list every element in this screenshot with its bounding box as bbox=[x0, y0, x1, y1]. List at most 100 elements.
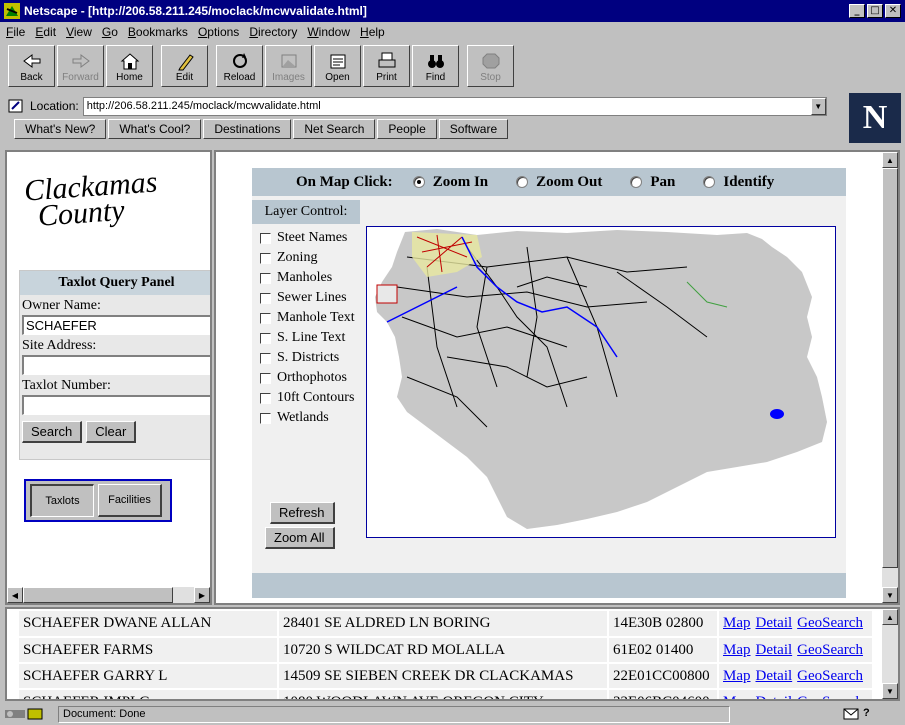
home-button[interactable]: Home bbox=[106, 45, 153, 87]
left-horizontal-scrollbar[interactable]: ◀ ▶ bbox=[7, 587, 210, 603]
facilities-tab[interactable]: Facilities bbox=[98, 484, 162, 517]
radio-icon[interactable] bbox=[516, 176, 529, 188]
scroll-left-icon[interactable]: ◀ bbox=[7, 587, 23, 603]
taxlots-tab[interactable]: Taxlots bbox=[30, 484, 94, 517]
menu-file[interactable]: File bbox=[6, 25, 25, 39]
radio-checked-icon[interactable] bbox=[412, 176, 425, 188]
geosearch-link[interactable]: GeoSearch bbox=[797, 668, 863, 684]
checkbox-icon[interactable] bbox=[260, 332, 271, 344]
search-button[interactable]: Search bbox=[22, 421, 83, 443]
maximize-button[interactable]: □ bbox=[867, 4, 883, 18]
layer-manhole-text[interactable]: Manhole Text bbox=[260, 308, 355, 328]
window-titlebar[interactable]: Netscape - [http://206.58.211.245/moclac… bbox=[0, 0, 905, 22]
scroll-thumb[interactable] bbox=[23, 587, 173, 603]
detail-link[interactable]: Detail bbox=[756, 694, 793, 700]
help-icon[interactable]: ? bbox=[863, 707, 870, 719]
minimize-button[interactable]: _ bbox=[849, 4, 865, 18]
zoom-all-button[interactable]: Zoom All bbox=[265, 527, 335, 549]
scroll-up-icon[interactable]: ▲ bbox=[882, 609, 898, 625]
county-map-image[interactable] bbox=[367, 227, 835, 537]
software-button[interactable]: Software bbox=[438, 119, 509, 139]
scroll-thumb[interactable] bbox=[882, 168, 898, 568]
radio-icon[interactable] bbox=[630, 176, 643, 188]
images-button[interactable]: Images bbox=[265, 45, 312, 87]
layer-zoning[interactable]: Zoning bbox=[260, 248, 355, 268]
menu-directory[interactable]: Directory bbox=[249, 25, 297, 39]
stop-button[interactable]: Stop bbox=[467, 45, 514, 87]
pan-radio[interactable]: Pan bbox=[630, 174, 675, 191]
refresh-button[interactable]: Refresh bbox=[270, 502, 335, 524]
find-button[interactable]: Find bbox=[412, 45, 459, 87]
people-button[interactable]: People bbox=[377, 119, 437, 139]
map-link[interactable]: Map bbox=[723, 642, 751, 658]
checkbox-icon[interactable] bbox=[260, 292, 271, 304]
layer-street-names[interactable]: Steet Names bbox=[260, 228, 355, 248]
reload-button[interactable]: Reload bbox=[216, 45, 263, 87]
whats-new-button[interactable]: What's New? bbox=[14, 119, 107, 139]
radio-icon[interactable] bbox=[703, 176, 716, 188]
layer-manholes[interactable]: Manholes bbox=[260, 268, 355, 288]
checkbox-icon[interactable] bbox=[260, 352, 271, 364]
scroll-up-icon[interactable]: ▲ bbox=[882, 152, 898, 168]
identify-radio[interactable]: Identify bbox=[703, 174, 774, 191]
menu-options[interactable]: Options bbox=[198, 25, 239, 39]
print-button[interactable]: Print bbox=[363, 45, 410, 87]
bookmark-link-icon[interactable] bbox=[8, 98, 24, 114]
checkbox-icon[interactable] bbox=[260, 252, 271, 264]
back-button[interactable]: Back bbox=[8, 45, 55, 87]
geosearch-link[interactable]: GeoSearch bbox=[797, 642, 863, 658]
detail-link[interactable]: Detail bbox=[756, 615, 793, 631]
map-link[interactable]: Map bbox=[723, 694, 751, 700]
layer-wetlands[interactable]: Wetlands bbox=[260, 408, 355, 428]
on-map-click-label: On Map Click: bbox=[296, 173, 393, 190]
net-search-button[interactable]: Net Search bbox=[293, 119, 376, 139]
destinations-button[interactable]: Destinations bbox=[203, 119, 292, 139]
netscape-logo[interactable]: N bbox=[849, 93, 901, 143]
layer-sewer-lines[interactable]: Sewer Lines bbox=[260, 288, 355, 308]
checkbox-icon[interactable] bbox=[260, 272, 271, 284]
scroll-down-icon[interactable]: ▼ bbox=[882, 587, 898, 603]
geosearch-link[interactable]: GeoSearch bbox=[797, 694, 863, 700]
layer-sewer-districts[interactable]: S. Districts bbox=[260, 348, 355, 368]
layer-orthophotos[interactable]: Orthophotos bbox=[260, 368, 355, 388]
whats-cool-button[interactable]: What's Cool? bbox=[108, 119, 202, 139]
zoom-in-radio[interactable]: Zoom In bbox=[412, 174, 488, 191]
taxlot-number-input[interactable] bbox=[22, 395, 210, 415]
checkbox-icon[interactable] bbox=[260, 232, 271, 244]
menu-view[interactable]: View bbox=[66, 25, 92, 39]
layer-sewer-line-text[interactable]: S. Line Text bbox=[260, 328, 355, 348]
scroll-right-icon[interactable]: ▶ bbox=[194, 587, 210, 603]
menu-window[interactable]: Window bbox=[307, 25, 350, 39]
main-vertical-scrollbar[interactable]: ▲ ▼ bbox=[882, 152, 898, 603]
scroll-down-icon[interactable]: ▼ bbox=[882, 683, 898, 699]
mail-icon[interactable] bbox=[843, 708, 859, 720]
close-button[interactable]: ✕ bbox=[885, 4, 901, 18]
menu-go[interactable]: Go bbox=[102, 25, 118, 39]
checkbox-icon[interactable] bbox=[260, 412, 271, 424]
forward-button[interactable]: Forward bbox=[57, 45, 104, 87]
menu-edit[interactable]: Edit bbox=[35, 25, 56, 39]
chevron-down-icon[interactable]: ▼ bbox=[810, 97, 826, 115]
results-vertical-scrollbar[interactable]: ▲ ▼ bbox=[882, 609, 898, 699]
owner-name-input[interactable]: SCHAEFER bbox=[22, 315, 210, 335]
county-map[interactable] bbox=[366, 226, 836, 538]
menu-help[interactable]: Help bbox=[360, 25, 385, 39]
edit-button[interactable]: Edit bbox=[161, 45, 208, 87]
checkbox-icon[interactable] bbox=[260, 392, 271, 404]
map-link[interactable]: Map bbox=[723, 615, 751, 631]
site-address-input[interactable] bbox=[22, 355, 210, 375]
links-cell: Map DetailGeoSearch bbox=[718, 611, 874, 638]
geosearch-link[interactable]: GeoSearch bbox=[797, 615, 863, 631]
netscape-app-icon[interactable] bbox=[4, 3, 20, 19]
menu-bookmarks[interactable]: Bookmarks bbox=[128, 25, 188, 39]
detail-link[interactable]: Detail bbox=[756, 642, 793, 658]
layer-contours[interactable]: 10ft Contours bbox=[260, 388, 355, 408]
open-button[interactable]: Open bbox=[314, 45, 361, 87]
location-input[interactable]: http://206.58.211.245/moclack/mcwvalidat… bbox=[82, 96, 827, 116]
checkbox-icon[interactable] bbox=[260, 312, 271, 324]
map-link[interactable]: Map bbox=[723, 668, 751, 684]
zoom-out-radio[interactable]: Zoom Out bbox=[516, 174, 602, 191]
detail-link[interactable]: Detail bbox=[756, 668, 793, 684]
clear-button[interactable]: Clear bbox=[86, 421, 137, 443]
checkbox-icon[interactable] bbox=[260, 372, 271, 384]
